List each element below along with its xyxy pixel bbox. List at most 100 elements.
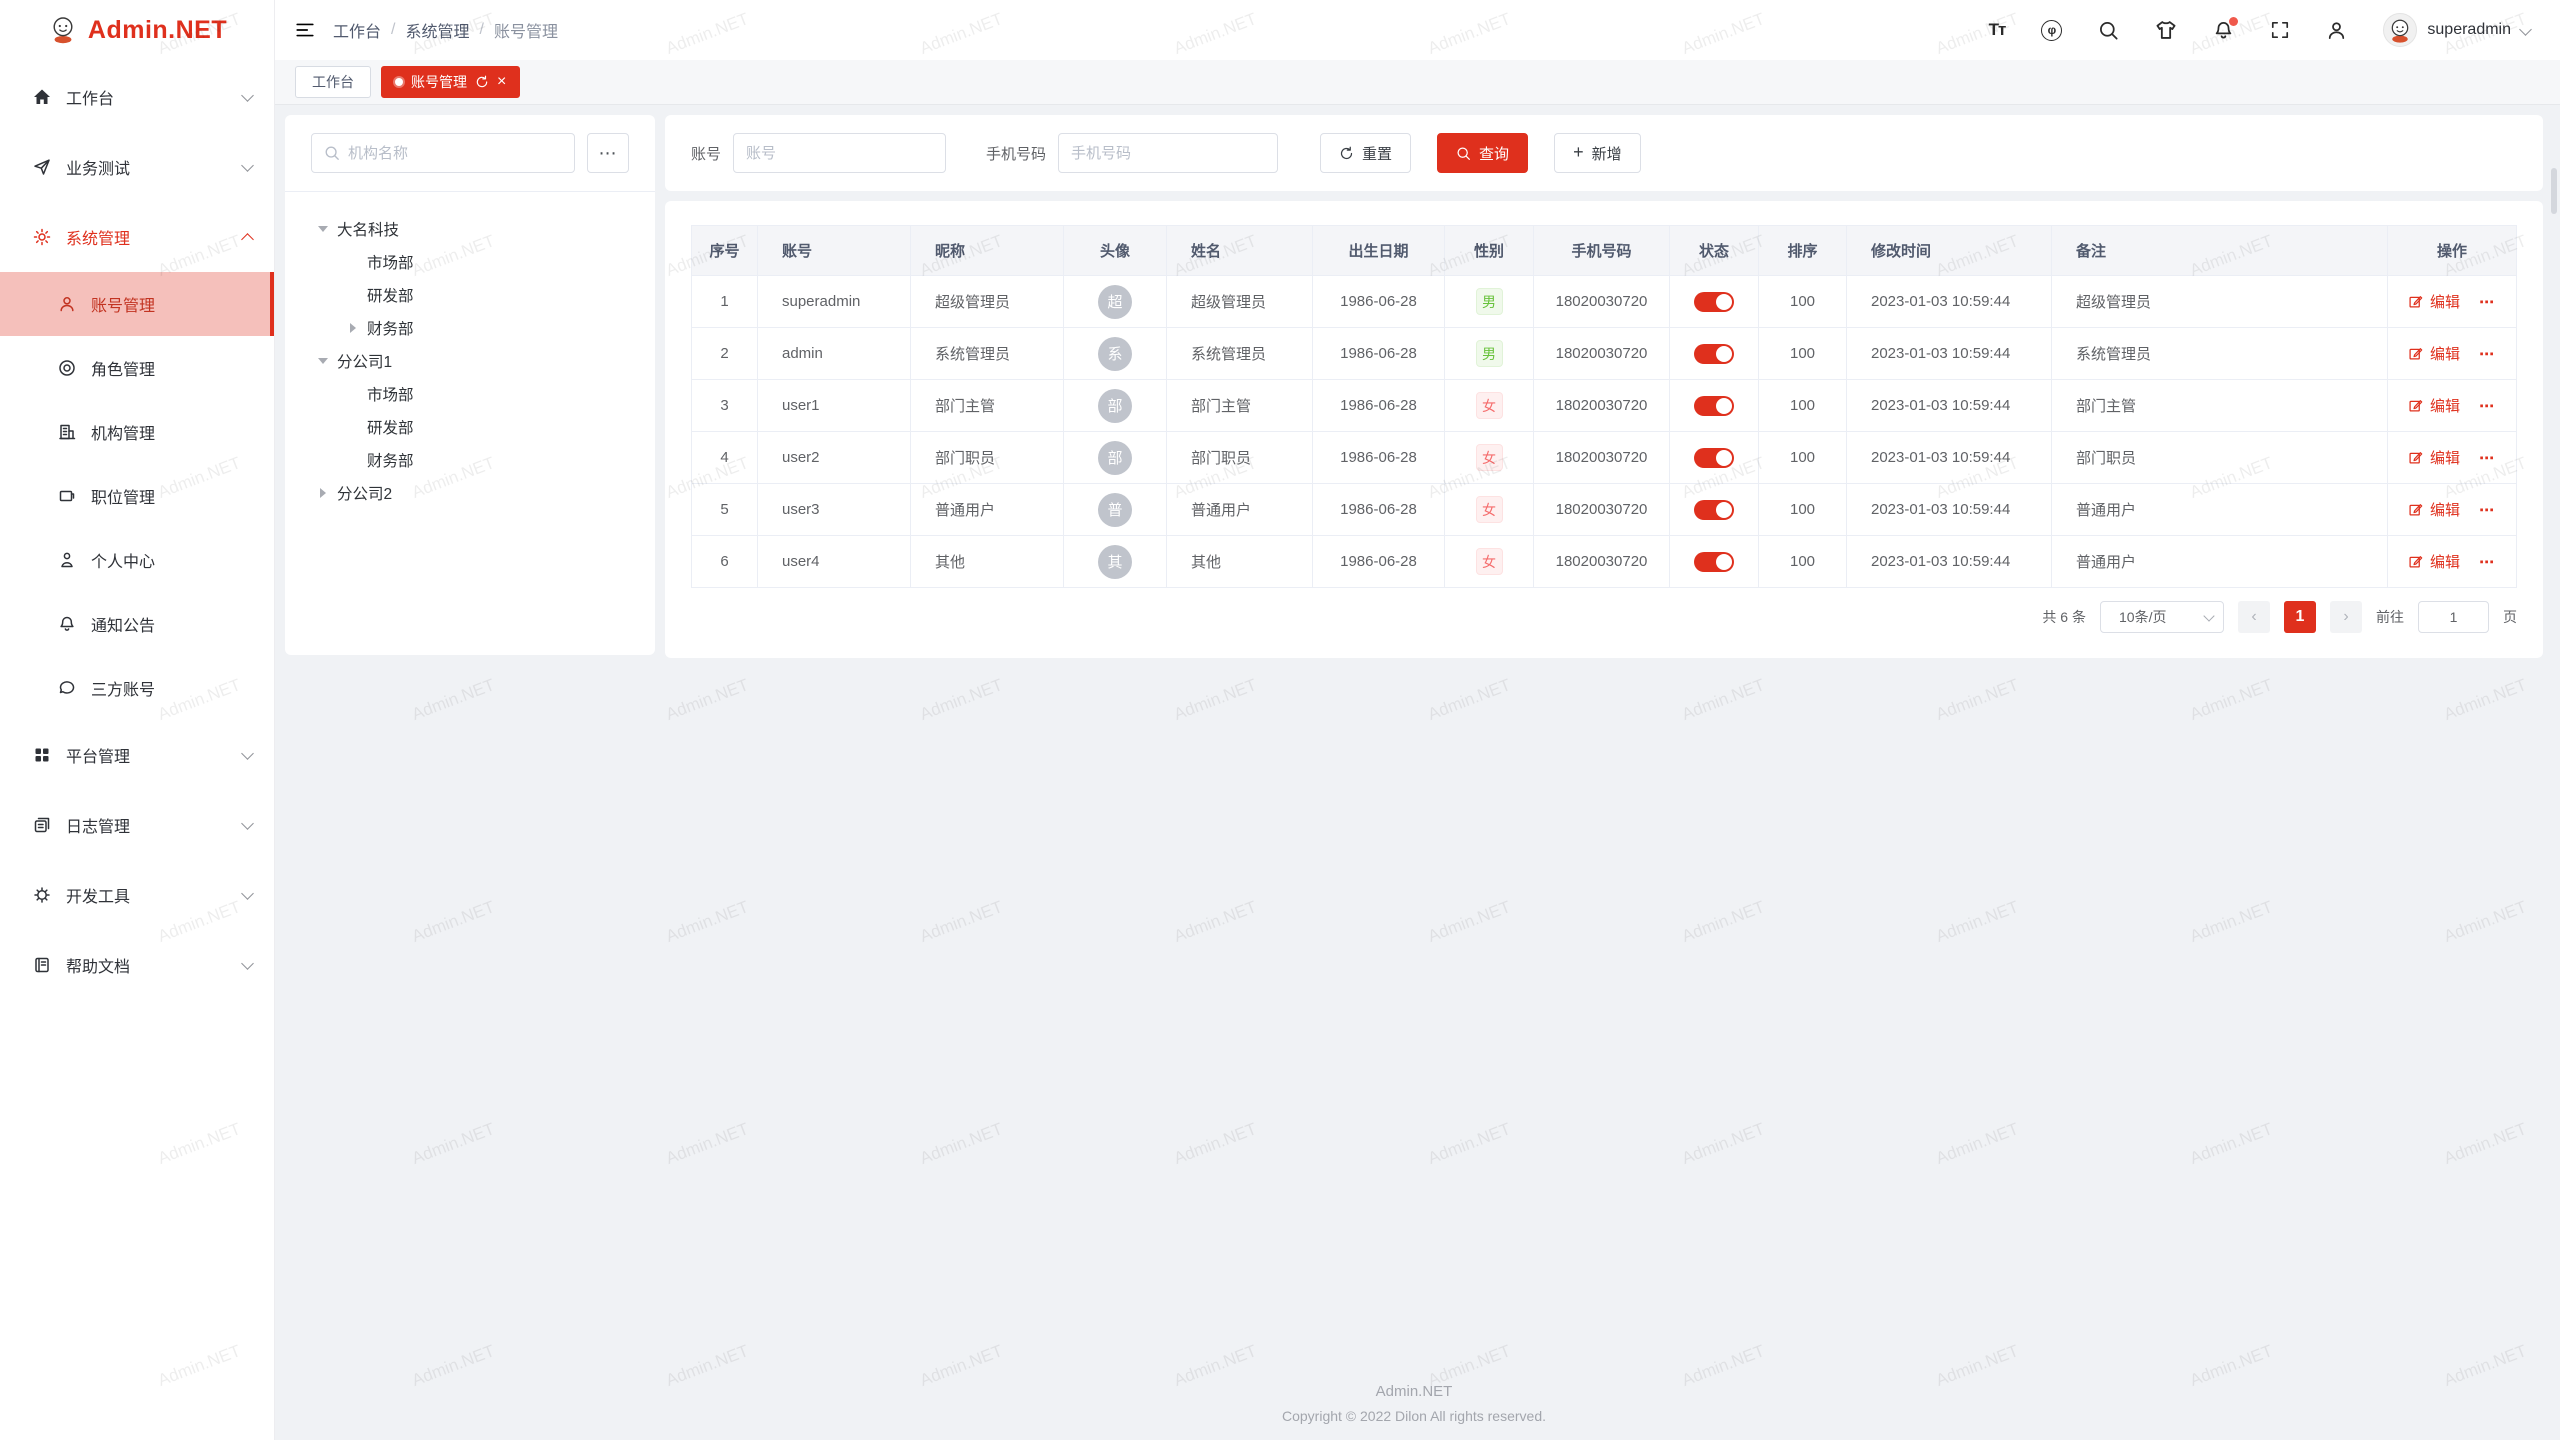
edit-button[interactable]: 编辑 xyxy=(2430,551,2460,572)
sidebar-item-platform-mgmt[interactable]: 平台管理 xyxy=(0,720,274,790)
page-1-button[interactable]: 1 xyxy=(2284,601,2316,633)
status-toggle[interactable] xyxy=(1694,344,1734,364)
org-search-input[interactable] xyxy=(348,145,564,162)
sidebar-item-org-mgmt[interactable]: 机构管理 xyxy=(0,400,274,464)
sidebar-item-third-party[interactable]: 三方账号 xyxy=(0,656,274,720)
gender-badge: 男 xyxy=(1476,340,1503,367)
sidebar-item-business-test[interactable]: 业务测试 xyxy=(0,132,274,202)
table-row: 1 superadmin 超级管理员 超 超级管理员 1986-06-28 男 … xyxy=(692,276,2517,328)
tree-node[interactable]: 分公司2 xyxy=(285,476,655,509)
sidebar-item-help-docs[interactable]: 帮助文档 xyxy=(0,930,274,1000)
badge-icon xyxy=(58,487,76,505)
caret-right-icon xyxy=(350,323,356,333)
edit-button[interactable]: 编辑 xyxy=(2430,499,2460,520)
col-status: 状态 xyxy=(1670,226,1759,276)
bell-icon xyxy=(58,615,76,633)
fullscreen-icon[interactable] xyxy=(2270,20,2290,40)
edit-icon xyxy=(2408,502,2423,517)
total-count: 共 6 条 xyxy=(2042,607,2086,627)
edit-icon xyxy=(2408,346,2423,361)
edit-button[interactable]: 编辑 xyxy=(2430,291,2460,312)
sidebar-item-position-mgmt[interactable]: 职位管理 xyxy=(0,464,274,528)
col-avatar: 头像 xyxy=(1064,226,1167,276)
tree-node[interactable]: 财务部 xyxy=(285,311,655,344)
status-toggle[interactable] xyxy=(1694,396,1734,416)
tree-node[interactable]: 分公司1 xyxy=(285,344,655,377)
footer-copyright: Copyright © 2022 Dilon All rights reserv… xyxy=(285,1408,2543,1424)
refresh-icon xyxy=(1339,146,1354,161)
close-icon[interactable]: × xyxy=(497,74,506,90)
user-menu[interactable]: superadmin xyxy=(2383,13,2530,47)
more-actions-button[interactable]: ⋯ xyxy=(2479,501,2495,519)
edit-icon xyxy=(2408,450,2423,465)
tree-node[interactable]: 市场部 xyxy=(285,245,655,278)
tree-more-button[interactable]: ⋯ xyxy=(587,133,629,173)
app-logo[interactable]: Admin.NET xyxy=(0,0,274,60)
col-order: 排序 xyxy=(1759,226,1847,276)
profile-icon[interactable] xyxy=(2326,20,2347,41)
edit-button[interactable]: 编辑 xyxy=(2430,395,2460,416)
status-toggle[interactable] xyxy=(1694,292,1734,312)
tree-node[interactable]: 大名科技 xyxy=(285,212,655,245)
more-actions-button[interactable]: ⋯ xyxy=(2479,397,2495,415)
more-actions-button[interactable]: ⋯ xyxy=(2479,293,2495,311)
avatar: 其 xyxy=(1098,545,1132,579)
user-avatar xyxy=(2383,13,2417,47)
tab-account-mgmt[interactable]: 账号管理 × xyxy=(381,66,520,98)
chevron-down-icon xyxy=(2203,610,2214,621)
col-remark: 备注 xyxy=(2052,226,2388,276)
page-size-select[interactable]: 10条/页 xyxy=(2100,601,2224,633)
breadcrumb-item-system[interactable]: 系统管理 xyxy=(405,18,469,42)
breadcrumb-separator: / xyxy=(479,21,483,39)
sidebar-item-system-mgmt[interactable]: 系统管理 xyxy=(0,202,274,272)
scrollbar-thumb[interactable] xyxy=(2551,168,2557,214)
sidebar-item-workbench[interactable]: 工作台 xyxy=(0,62,274,132)
tree-node[interactable]: 财务部 xyxy=(285,443,655,476)
query-button[interactable]: 查询 xyxy=(1437,133,1528,173)
sidebar-item-role-mgmt[interactable]: 角色管理 xyxy=(0,336,274,400)
chevron-down-icon xyxy=(241,159,254,172)
goto-page-input[interactable] xyxy=(2418,601,2489,633)
chip-icon xyxy=(33,886,51,904)
sidebar: Admin.NET 工作台 业务测试 系统管理 xyxy=(0,0,275,1440)
edit-button[interactable]: 编辑 xyxy=(2430,343,2460,364)
phone-input[interactable] xyxy=(1058,133,1278,173)
tree-node[interactable]: 研发部 xyxy=(285,278,655,311)
reset-button[interactable]: 重置 xyxy=(1320,133,1411,173)
tree-node[interactable]: 研发部 xyxy=(285,410,655,443)
menu-fold-icon[interactable] xyxy=(295,20,315,40)
language-icon[interactable]: φ xyxy=(2041,20,2062,41)
more-actions-button[interactable]: ⋯ xyxy=(2479,345,2495,363)
tab-workbench[interactable]: 工作台 xyxy=(295,66,371,98)
chevron-up-icon xyxy=(241,233,254,246)
theme-icon[interactable] xyxy=(2155,19,2177,41)
font-size-icon[interactable]: Tт xyxy=(1989,20,2006,40)
sidebar-item-log-mgmt[interactable]: 日志管理 xyxy=(0,790,274,860)
caret-right-icon xyxy=(320,488,326,498)
breadcrumb-item-workbench[interactable]: 工作台 xyxy=(333,18,381,42)
sidebar-item-profile-center[interactable]: 个人中心 xyxy=(0,528,274,592)
search-icon[interactable] xyxy=(2098,20,2119,41)
sidebar-item-account-mgmt[interactable]: 账号管理 xyxy=(0,272,274,336)
edit-icon xyxy=(2408,554,2423,569)
refresh-icon[interactable] xyxy=(475,75,489,89)
sidebar-menu: 工作台 业务测试 系统管理 账号管理 xyxy=(0,60,274,1000)
gender-badge: 女 xyxy=(1476,496,1503,523)
status-toggle[interactable] xyxy=(1694,500,1734,520)
status-toggle[interactable] xyxy=(1694,448,1734,468)
gear-icon xyxy=(33,228,51,246)
status-toggle[interactable] xyxy=(1694,552,1734,572)
edit-button[interactable]: 编辑 xyxy=(2430,447,2460,468)
add-button[interactable]: + 新增 xyxy=(1554,133,1641,173)
tree-node[interactable]: 市场部 xyxy=(285,377,655,410)
avatar: 部 xyxy=(1098,389,1132,423)
sidebar-item-notice[interactable]: 通知公告 xyxy=(0,592,274,656)
sidebar-item-dev-tools[interactable]: 开发工具 xyxy=(0,860,274,930)
prev-page-button[interactable]: ‹ xyxy=(2238,601,2270,633)
caret-down-icon xyxy=(318,226,328,232)
more-actions-button[interactable]: ⋯ xyxy=(2479,449,2495,467)
next-page-button[interactable]: › xyxy=(2330,601,2362,633)
account-input[interactable] xyxy=(733,133,946,173)
more-actions-button[interactable]: ⋯ xyxy=(2479,553,2495,571)
notification-bell-icon[interactable] xyxy=(2213,20,2234,41)
